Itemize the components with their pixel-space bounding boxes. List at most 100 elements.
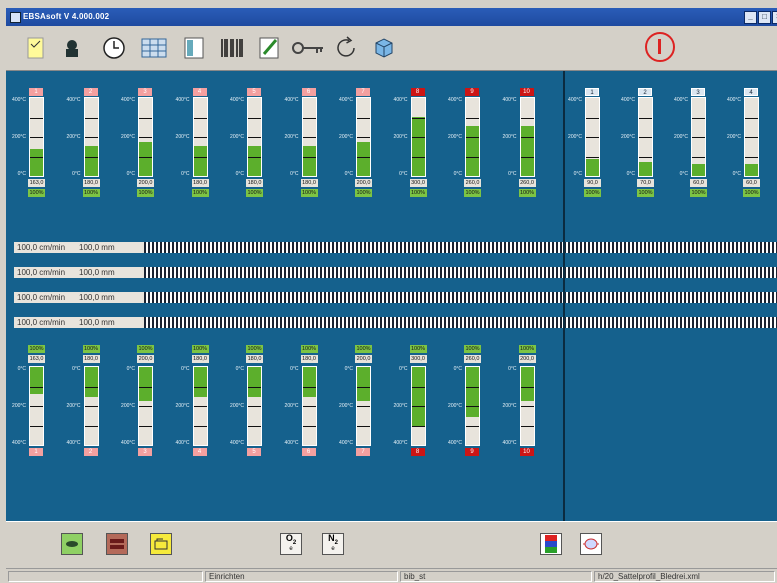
zone-number-badge: 1 bbox=[585, 88, 599, 96]
zone-temperature-value: 200,0 bbox=[137, 179, 154, 187]
edit-icon[interactable] bbox=[256, 34, 284, 62]
axis-label: 400°C bbox=[12, 97, 26, 103]
zone-temperature-value: 260,0 bbox=[464, 179, 481, 187]
maximize-button[interactable]: □ bbox=[758, 11, 771, 24]
gauge-gridline bbox=[84, 157, 98, 158]
color-status-button[interactable] bbox=[540, 533, 562, 555]
gauge-gridline bbox=[139, 406, 152, 407]
gauge-fill bbox=[520, 126, 534, 176]
axis-label: 0°C bbox=[17, 171, 26, 177]
rollers-button[interactable] bbox=[106, 533, 128, 555]
heater-zone[interactable]: 4 400°C 200°C 0°C 180,0 100% bbox=[172, 88, 214, 203]
gauge-gridline bbox=[302, 157, 316, 158]
heater-zone[interactable]: 2 400°C 200°C 0°C 70,0 100% bbox=[617, 88, 659, 203]
heater-zone[interactable]: 1 0°C 200°C 400°C 163,0 100% bbox=[8, 345, 50, 460]
gauge-gridline bbox=[139, 157, 152, 158]
heater-zone[interactable]: 10 0°C 200°C 400°C 200,0 100% bbox=[499, 345, 541, 460]
gauge-gridline bbox=[411, 118, 425, 119]
profile-icon[interactable] bbox=[58, 34, 86, 62]
oxygen-button[interactable]: O2 e bbox=[280, 533, 302, 555]
barcode-icon[interactable] bbox=[218, 34, 246, 62]
app-icon bbox=[10, 12, 21, 23]
temperature-gauge bbox=[638, 97, 653, 177]
heater-zone[interactable]: 8 0°C 200°C 400°C 300,0 100% bbox=[390, 345, 432, 460]
zone-temperature-value: 180,0 bbox=[246, 179, 263, 187]
gauge-fill bbox=[302, 146, 316, 176]
catalog-icon[interactable] bbox=[180, 34, 208, 62]
zone-power-percent: 100% bbox=[690, 189, 707, 197]
clock-icon[interactable] bbox=[100, 34, 128, 62]
gauge-gridline bbox=[139, 137, 152, 138]
gauge-gridline bbox=[30, 387, 43, 388]
zone-temperature-value: 300,0 bbox=[409, 355, 427, 363]
gauge-gridline bbox=[520, 137, 534, 138]
zone-number-badge: 8 bbox=[410, 448, 425, 456]
axis-label: 400°C bbox=[448, 97, 462, 103]
gauge-fill bbox=[411, 367, 425, 426]
gauge-gridline bbox=[411, 406, 425, 407]
axis-label: 0°C bbox=[508, 366, 517, 372]
axis-label: 200°C bbox=[502, 134, 517, 140]
light-bulb-button[interactable] bbox=[580, 533, 602, 555]
heater-zone[interactable]: 6 400°C 200°C 0°C 180,0 100% bbox=[281, 88, 323, 203]
feed-line-label: 100,0 cm/min 100,0 mm bbox=[14, 317, 144, 328]
gauge-fill bbox=[466, 367, 479, 417]
gauge-gridline bbox=[84, 426, 98, 427]
power-stop-icon[interactable] bbox=[645, 32, 675, 62]
folder-button[interactable] bbox=[150, 533, 172, 555]
minimize-button[interactable]: _ bbox=[744, 11, 757, 24]
heater-zone[interactable]: 4 400°C 200°C 0°C 60,0 100% bbox=[723, 88, 765, 203]
heater-zone[interactable]: 8 400°C 200°C 0°C 300,0 100% bbox=[390, 88, 432, 203]
zone-number-badge: 10 bbox=[519, 448, 534, 456]
zone-power-percent: 100% bbox=[137, 345, 154, 353]
zone-number-badge: 3 bbox=[691, 88, 705, 96]
gauge-gridline bbox=[466, 137, 479, 138]
temperature-gauge bbox=[138, 97, 153, 177]
gauge-fill bbox=[30, 149, 43, 176]
table-icon[interactable] bbox=[140, 34, 168, 62]
gauge-gridline bbox=[193, 118, 207, 119]
zone-power-percent: 100% bbox=[191, 189, 209, 197]
nitrogen-button[interactable]: N2 e bbox=[322, 533, 344, 555]
heater-zone[interactable]: 5 0°C 200°C 400°C 180,0 100% bbox=[226, 345, 268, 460]
refresh-icon[interactable] bbox=[332, 34, 360, 62]
heater-zone[interactable]: 4 0°C 200°C 400°C 180,0 100% bbox=[172, 345, 214, 460]
zone-number-badge: 6 bbox=[301, 88, 316, 96]
feed-line: 100,0 cm/min 100,0 mm bbox=[14, 242, 777, 253]
axis-label: 200°C bbox=[175, 134, 190, 140]
zone-power-percent: 100% bbox=[28, 345, 45, 353]
heater-zone[interactable]: 10 400°C 200°C 0°C 260,0 100% bbox=[499, 88, 541, 203]
notes-icon[interactable] bbox=[22, 34, 50, 62]
feed-line-label: 100,0 cm/min 100,0 mm bbox=[14, 242, 144, 253]
heater-zone[interactable]: 9 0°C 200°C 400°C 260,0 100% bbox=[444, 345, 486, 460]
key-icon[interactable] bbox=[290, 34, 326, 62]
heater-zone[interactable]: 7 400°C 200°C 0°C 200,0 100% bbox=[335, 88, 377, 203]
axis-label: 0°C bbox=[181, 366, 190, 372]
zone-number-badge: 2 bbox=[638, 88, 652, 96]
heater-zone[interactable]: 9 400°C 200°C 0°C 260,0 100% bbox=[444, 88, 486, 203]
heater-zone[interactable]: 3 0°C 200°C 400°C 200,0 100% bbox=[117, 345, 159, 460]
heater-zone[interactable]: 7 0°C 200°C 400°C 200,0 100% bbox=[335, 345, 377, 460]
heater-zone[interactable]: 5 400°C 200°C 0°C 180,0 100% bbox=[226, 88, 268, 203]
zone-temperature-value: 60,0 bbox=[743, 179, 760, 187]
heater-zone[interactable]: 1 400°C 200°C 0°C 90,0 100% bbox=[564, 88, 606, 203]
cube-icon[interactable] bbox=[370, 34, 398, 62]
heater-zone[interactable]: 2 0°C 200°C 400°C 180,0 100% bbox=[63, 345, 105, 460]
heater-zone[interactable]: 1 400°C 200°C 0°C 163,0 100% bbox=[8, 88, 50, 203]
heater-zone[interactable]: 3 400°C 200°C 0°C 60,0 100% bbox=[670, 88, 712, 203]
gauge-gridline bbox=[357, 406, 370, 407]
gauge-gridline bbox=[639, 137, 652, 138]
axis-label: 0°C bbox=[72, 366, 81, 372]
gauge-fill bbox=[466, 126, 479, 176]
zone-power-percent: 100% bbox=[518, 345, 536, 353]
conveyor-button[interactable] bbox=[61, 533, 83, 555]
heater-zone[interactable]: 3 400°C 200°C 0°C 200,0 100% bbox=[117, 88, 159, 203]
zone-number-badge: 6 bbox=[301, 448, 316, 456]
heater-zone[interactable]: 6 0°C 200°C 400°C 180,0 100% bbox=[281, 345, 323, 460]
close-button[interactable]: × bbox=[772, 11, 777, 24]
axis-label: 200°C bbox=[66, 134, 81, 140]
zone-power-percent: 100% bbox=[409, 189, 427, 197]
axis-label: 200°C bbox=[284, 134, 299, 140]
heater-zone[interactable]: 2 400°C 200°C 0°C 180,0 100% bbox=[63, 88, 105, 203]
gauge-gridline bbox=[248, 426, 261, 427]
